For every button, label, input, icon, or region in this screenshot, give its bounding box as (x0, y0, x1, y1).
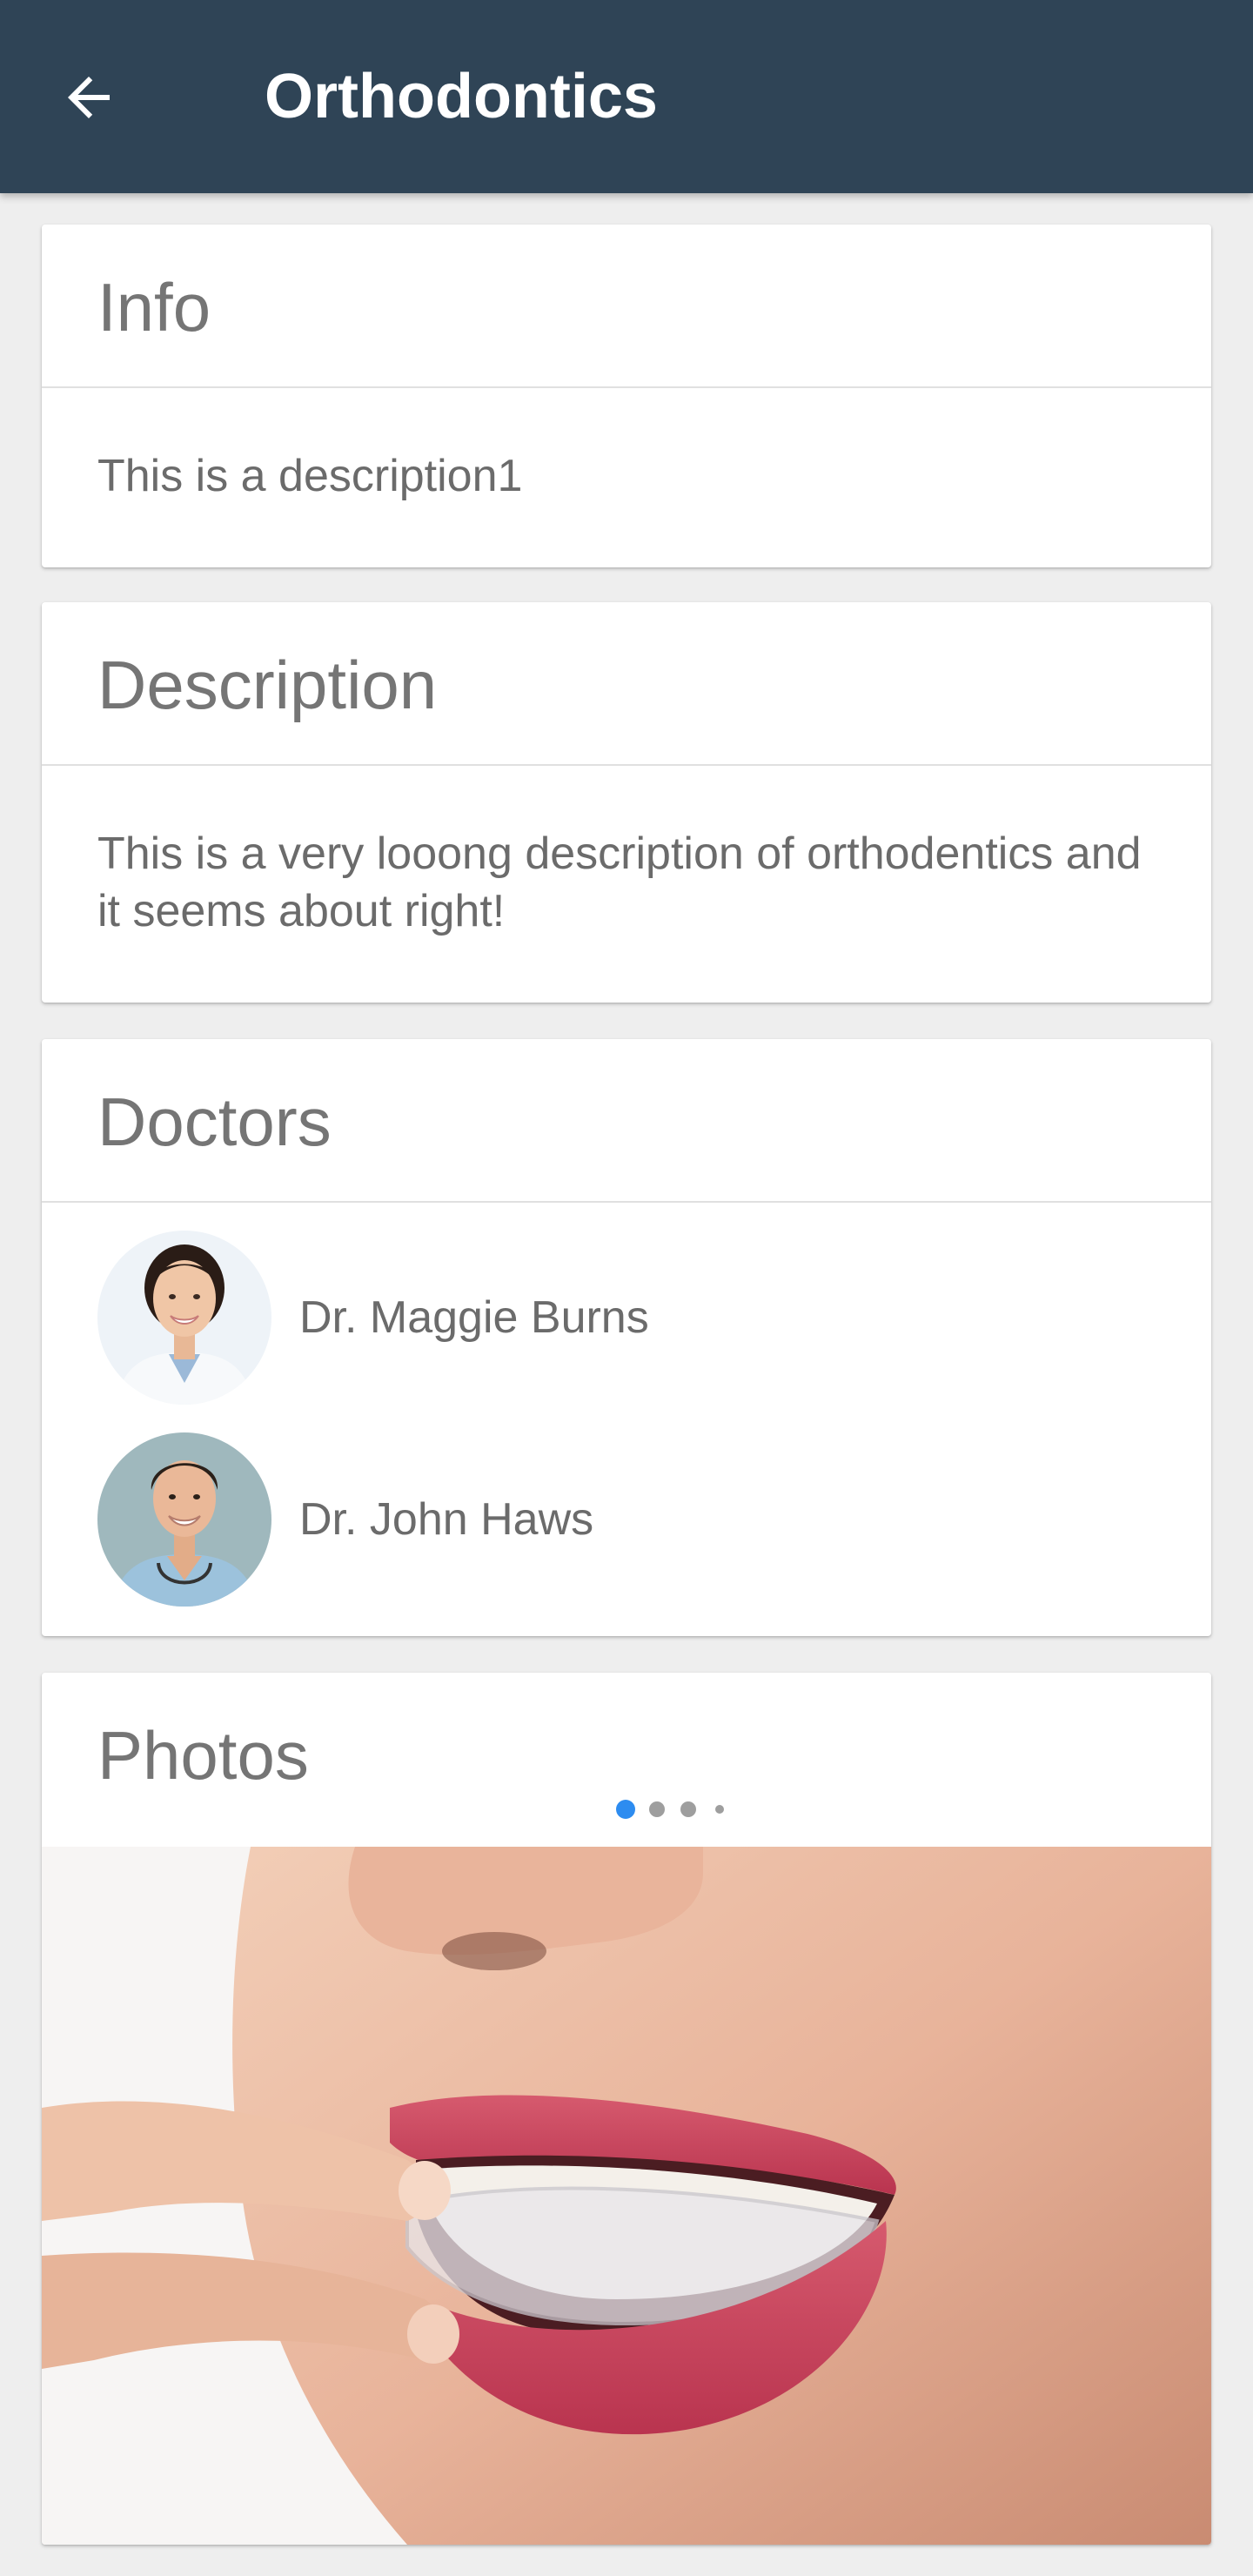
page-title: Orthodontics (265, 62, 658, 131)
info-card: Info This is a description1 (42, 225, 1211, 567)
info-card-title: Info (97, 269, 211, 345)
info-text: This is a description1 (97, 451, 523, 501)
info-card-header: Info (42, 225, 1211, 388)
photo-pager (42, 1796, 1211, 1822)
description-card-header: Description (42, 602, 1211, 766)
back-button[interactable] (45, 54, 132, 141)
description-text: This is a very looong description of ort… (97, 828, 1142, 936)
description-card: Description This is a very looong descri… (42, 602, 1211, 1003)
photos-card-title: Photos (97, 1717, 309, 1794)
doctor-name: Dr. Maggie Burns (299, 1292, 649, 1343)
doctor-name: Dr. John Haws (299, 1494, 594, 1545)
pager-dot[interactable] (649, 1801, 665, 1817)
clear-aligner-photo[interactable] (42, 1847, 1211, 2545)
male-doctor-avatar (97, 1432, 271, 1607)
description-card-title: Description (97, 647, 438, 723)
app-bar: Orthodontics (0, 0, 1253, 193)
doctors-card-title: Doctors (97, 1083, 332, 1160)
doctor-item-john-haws[interactable]: Dr. John Haws (97, 1432, 1168, 1607)
pager-dot[interactable] (680, 1801, 696, 1817)
doctor-item-maggie-burns[interactable]: Dr. Maggie Burns (97, 1231, 1168, 1405)
arrow-back-icon (68, 77, 110, 118)
pager-dot[interactable] (715, 1805, 724, 1814)
pager-dot-active[interactable] (616, 1800, 635, 1819)
doctors-card-header: Doctors (42, 1039, 1211, 1203)
female-doctor-avatar (97, 1231, 271, 1405)
doctors-card: Doctors Dr. Maggie Burns Dr. John Haws (42, 1039, 1211, 1636)
photos-card: Photos (42, 1673, 1211, 2545)
